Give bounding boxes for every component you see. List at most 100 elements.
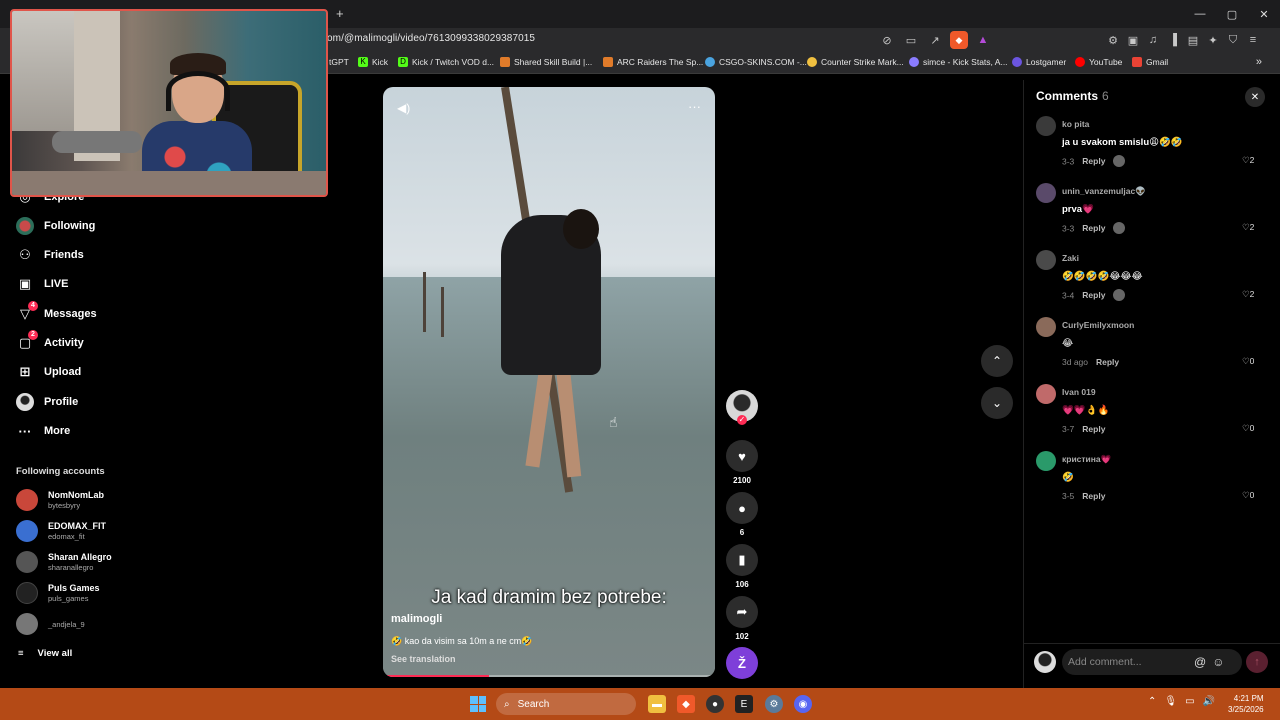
minimize-button[interactable]: — [1184, 0, 1216, 28]
taskbar-search[interactable]: ⌕ Search [496, 693, 636, 715]
comment-username[interactable]: Zaki [1062, 253, 1079, 263]
reply-button[interactable]: Reply [1082, 223, 1105, 233]
add-comment-input[interactable] [1068, 656, 1188, 668]
bookmark-item[interactable]: K Kick [358, 57, 388, 67]
tray-overflow-icon[interactable]: ⌃ [1148, 696, 1156, 707]
brave-shields-icon[interactable]: ◆ [950, 31, 968, 49]
bookmark-item[interactable]: Counter Strike Mark... [807, 57, 904, 67]
following-account[interactable]: NomNomLab bytesbyry [16, 489, 104, 511]
more-options-icon[interactable]: ··· [688, 99, 701, 114]
bookmarks-overflow-button[interactable]: » [1256, 56, 1262, 68]
following-account[interactable]: _andjela_9 [16, 613, 85, 635]
bookmark-item[interactable]: Shared Skill Build |... [500, 57, 592, 67]
avatar[interactable] [1036, 384, 1056, 404]
file-explorer-icon[interactable]: ▬ [648, 695, 666, 713]
save-button[interactable]: ▮ [726, 544, 758, 576]
bookmark-item[interactable]: simce - Kick Stats, A... [909, 57, 1008, 67]
reply-button[interactable]: Reply [1082, 424, 1105, 434]
discord-icon[interactable]: ◉ [794, 695, 812, 713]
avatar[interactable] [1036, 317, 1056, 337]
sidebar-item-friends[interactable]: ⚇ Friends [16, 245, 84, 265]
emoji-icon[interactable]: ☺ [1212, 655, 1224, 669]
bookmark-item[interactable]: CSGO-SKINS.COM -... [705, 57, 807, 67]
follow-plus-icon[interactable]: ✓ [737, 415, 747, 425]
bookmark-item[interactable]: YouTube [1075, 57, 1122, 67]
sidebar-item-upload[interactable]: ⊞ Upload [16, 362, 82, 382]
bookmark-item[interactable]: Gmail [1132, 57, 1168, 67]
epic-games-icon[interactable]: E [735, 695, 753, 713]
avatar[interactable] [1036, 116, 1056, 136]
leo-ai-icon[interactable]: ✦ [1204, 31, 1222, 49]
settings-icon[interactable]: ⚙ [765, 695, 783, 713]
add-comment-field[interactable]: @ ☺ [1062, 649, 1242, 675]
like-button[interactable]: ♥ [726, 440, 758, 472]
extension-badge-button[interactable]: Ž [726, 647, 758, 679]
comment-like-button[interactable]: ♡2 [1242, 222, 1254, 233]
maximize-button[interactable]: ▢ [1216, 0, 1248, 28]
comment-username[interactable]: ko pita [1062, 119, 1089, 129]
post-comment-button[interactable]: ↑ [1246, 651, 1268, 673]
sidebar-item-profile[interactable]: Profile [16, 392, 78, 412]
comment-username[interactable]: Ivan 019 [1062, 387, 1096, 397]
comment-username[interactable]: unin_vanzemuljac👽 [1062, 186, 1146, 197]
avatar[interactable] [1036, 451, 1056, 471]
video-progress-bar[interactable] [383, 675, 715, 677]
bookmark-item[interactable]: tGPT [329, 57, 349, 67]
sidebar-item-following[interactable]: Following [16, 216, 95, 236]
media-icon[interactable]: ♫ [1144, 31, 1162, 49]
sidebar-toggle-icon[interactable]: ▐ [1164, 31, 1182, 49]
obs-icon[interactable]: ● [706, 695, 724, 713]
network-icon[interactable]: ▭ [1185, 696, 1194, 707]
microphone-icon[interactable]: 🎙 [1164, 696, 1177, 707]
sidebar-item-activity[interactable]: ▢ 2 Activity [16, 330, 84, 353]
share-icon[interactable]: ↗ [926, 31, 944, 49]
menu-icon[interactable]: ≡ [1244, 31, 1262, 49]
reply-button[interactable]: Reply [1082, 491, 1105, 501]
windows-start-icon[interactable] [470, 696, 486, 712]
vpn-icon[interactable]: ⛉ [1224, 31, 1242, 49]
view-all-link[interactable]: ≡ View all [18, 648, 72, 659]
cast-icon[interactable]: ▭ [902, 31, 920, 49]
no-camera-icon[interactable]: ⊘ [878, 31, 896, 49]
avatar[interactable] [1036, 183, 1056, 203]
avatar[interactable] [1036, 250, 1056, 270]
next-video-button[interactable]: ⌄ [981, 387, 1013, 419]
see-translation-link[interactable]: See translation [391, 654, 456, 664]
sidebar-item-messages[interactable]: ▽ 4 Messages [16, 301, 97, 324]
comment-username[interactable]: кристина💗 [1062, 454, 1111, 465]
url-field[interactable]: om/@malimogli/video/7613099338029387015 [327, 33, 535, 44]
screenshot-icon[interactable]: ▣ [1124, 31, 1142, 49]
extensions-icon[interactable]: ⚙ [1104, 31, 1122, 49]
comment-like-button[interactable]: ♡2 [1242, 155, 1254, 166]
close-window-button[interactable]: ✕ [1248, 0, 1280, 28]
reply-button[interactable]: Reply [1082, 290, 1105, 300]
bookmark-item[interactable]: ARC Raiders The Sp... [603, 57, 703, 67]
close-comments-button[interactable]: ✕ [1245, 87, 1265, 107]
comment-like-button[interactable]: ♡0 [1242, 490, 1254, 501]
reply-button[interactable]: Reply [1082, 156, 1105, 166]
volume-icon[interactable]: 🔊 [1203, 696, 1215, 707]
new-tab-button[interactable]: + [336, 6, 344, 21]
sidebar-item-more[interactable]: ··· More [16, 421, 71, 441]
comment-like-button[interactable]: ♡2 [1242, 289, 1254, 300]
wallet-icon[interactable]: ▤ [1184, 31, 1202, 49]
comment-username[interactable]: CurlyEmilyxmoon [1062, 320, 1134, 330]
previous-video-button[interactable]: ⌃ [981, 345, 1013, 377]
volume-icon[interactable]: ◀) [397, 101, 410, 115]
bookmark-item[interactable]: D Kick / Twitch VOD d... [398, 57, 494, 67]
brave-rewards-icon[interactable]: ▲ [974, 31, 992, 49]
following-account[interactable]: Sharan Allegro sharanallegro [16, 551, 112, 573]
comment-button[interactable]: ● [726, 492, 758, 524]
mention-icon[interactable]: @ [1194, 655, 1206, 669]
video-author[interactable]: malimogli [391, 613, 442, 625]
following-account[interactable]: Puls Games puls_games [16, 582, 100, 604]
sidebar-item-live[interactable]: ▣ LIVE [16, 274, 69, 294]
comment-like-button[interactable]: ♡0 [1242, 356, 1254, 367]
brave-icon[interactable]: ◆ [677, 695, 695, 713]
following-account[interactable]: EDOMAX_FIT edomax_fit [16, 520, 106, 542]
comment-like-button[interactable]: ♡0 [1242, 423, 1254, 434]
taskbar-clock[interactable]: 4:21 PM 3/25/2026 [1228, 693, 1264, 715]
share-button[interactable]: ➦ [726, 596, 758, 628]
video-player[interactable]: ◀) ··· Ja kad dramim bez potrebe: malimo… [383, 87, 715, 677]
bookmark-item[interactable]: Lostgamer [1012, 57, 1066, 67]
